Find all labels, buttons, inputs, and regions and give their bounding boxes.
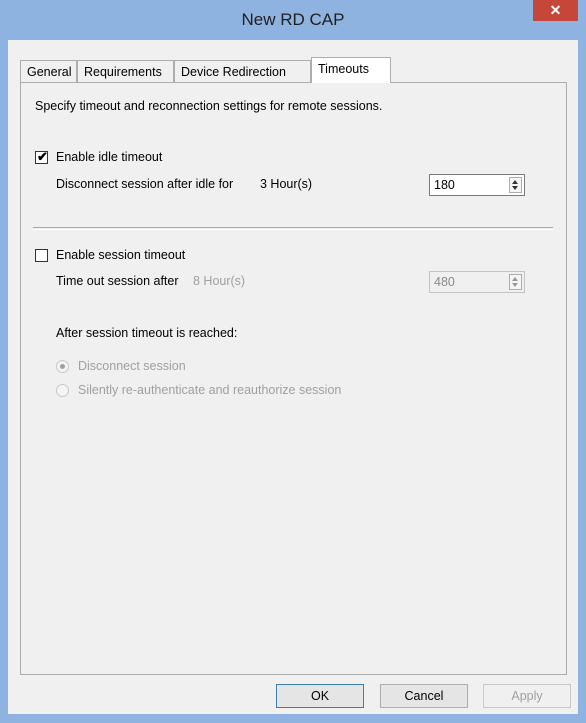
tab-general[interactable]: General [20,60,77,82]
radio-disconnect-session[interactable] [56,360,69,373]
session-hours-text: 8 Hour(s) [193,274,246,288]
dialog-window: New RD CAP ✕ General Requirements Device… [0,0,586,723]
after-timeout-label: After session timeout is reached: [56,326,238,340]
spin-up-icon[interactable] [512,180,518,184]
idle-timeout-checkbox[interactable]: ✔ [35,149,48,164]
dialog-client-area: General Requirements Device Redirection … [8,40,578,714]
spin-down-icon[interactable] [512,283,518,287]
checkmark-icon: ✔ [37,149,48,164]
session-timeout-checkbox[interactable] [35,249,48,262]
section-divider [33,227,553,230]
close-icon: ✕ [549,2,562,18]
tab-timeouts[interactable]: Timeouts [311,57,391,83]
session-timeout-after-label: Time out session after [56,274,179,288]
idle-disconnect-label: Disconnect session after idle for [56,177,234,191]
spin-arrows[interactable] [509,177,522,193]
cancel-button[interactable]: Cancel [380,684,468,708]
idle-timeout-value[interactable]: 180 [434,178,455,192]
spin-arrows[interactable] [509,274,522,290]
apply-button[interactable]: Apply [483,684,571,708]
idle-timeout-stepper[interactable]: 180 [429,174,525,196]
description-text: Specify timeout and reconnection setting… [35,99,383,113]
close-button[interactable]: ✕ [533,0,578,21]
tab-requirements[interactable]: Requirements [77,60,174,82]
idle-timeout-label[interactable]: Enable idle timeout [56,150,162,164]
idle-hours-text: 3 Hour(s) [260,177,313,191]
radio-selected-dot [60,364,65,369]
window-title: New RD CAP [241,10,345,29]
title-bar[interactable]: New RD CAP ✕ [0,0,586,40]
radio-disconnect-label[interactable]: Disconnect session [78,359,186,373]
spin-up-icon[interactable] [512,277,518,281]
radio-reauthenticate[interactable] [56,384,69,397]
session-timeout-label[interactable]: Enable session timeout [56,248,185,262]
session-timeout-stepper[interactable]: 480 [429,271,525,293]
session-timeout-value[interactable]: 480 [434,275,455,289]
timeouts-panel: Specify timeout and reconnection setting… [20,82,567,675]
tab-device-redirection[interactable]: Device Redirection [174,60,311,82]
spin-down-icon[interactable] [512,186,518,190]
radio-reauthenticate-label[interactable]: Silently re-authenticate and reauthorize… [78,383,341,397]
ok-button[interactable]: OK [276,684,364,708]
